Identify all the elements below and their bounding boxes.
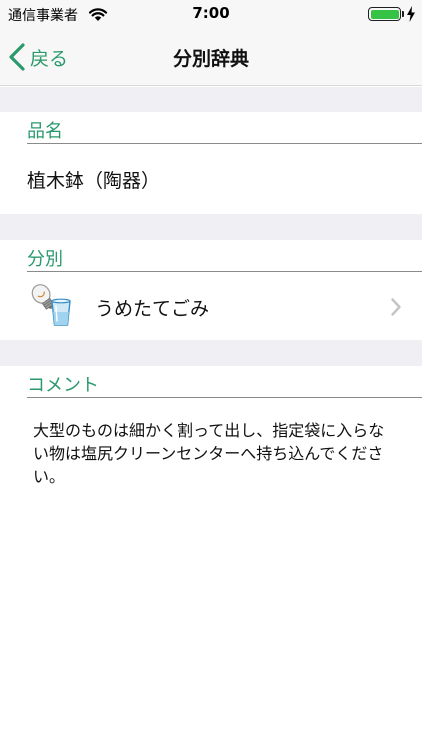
item-name-header-label: 品名 [27,121,63,142]
category-header-label: 分別 [27,249,63,270]
category-header: 分別 [27,240,422,272]
section-gap [0,340,422,366]
section-gap [0,214,422,240]
status-bar: 通信事業者 7:00 [0,0,422,28]
battery-tip [402,11,404,17]
page-title: 分別辞典 [172,48,249,70]
category-value: うめたてごみ [95,298,210,320]
comment-header-label: コメント [27,375,99,396]
category-row[interactable]: うめたてごみ [0,272,422,340]
item-name-header: 品名 [27,112,422,144]
comment-header: コメント [27,366,422,398]
clock: 7:00 [192,4,230,22]
section-gap [0,87,422,112]
item-name-value: 植木鉢（陶器） [27,170,161,192]
lightbulb-and-glass-icon [31,284,71,326]
navigation-bar: 戻る 分別辞典 [0,28,422,86]
battery-icon [368,7,401,21]
chevron-right-icon [391,298,401,316]
charging-bolt-icon [407,6,415,22]
comment-text: 大型のものは細かく割って出し、指定袋に入らない物は塩尻クリーンセンターへ持ち込ん… [33,421,385,486]
